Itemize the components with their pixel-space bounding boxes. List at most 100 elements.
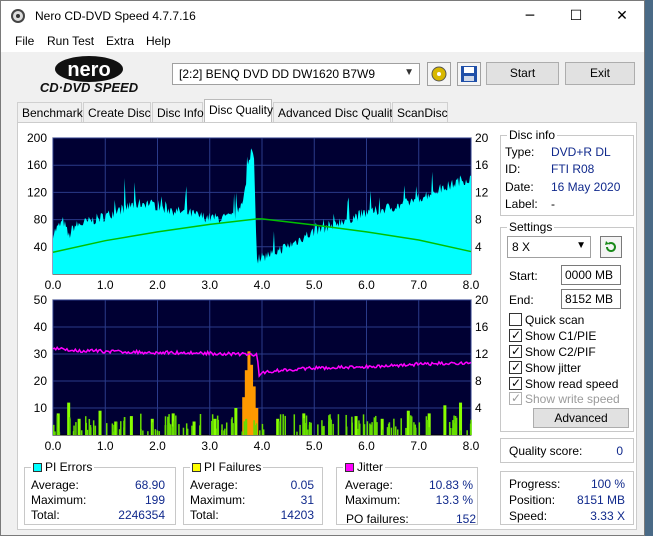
tab-benchmark[interactable]: Benchmark <box>17 102 83 123</box>
pi-failures-bar <box>175 415 177 435</box>
pi-failures-bar <box>154 429 157 435</box>
tab-scandisc[interactable]: ScanDisc <box>392 102 448 123</box>
drive-selected: [2:2] BENQ DVD DD DW1620 B7W9 <box>179 67 376 81</box>
save-icon[interactable] <box>457 62 481 86</box>
pi-failures-total-label: Total: <box>190 508 219 522</box>
chart-1-y-tick-label: 50 <box>34 293 48 307</box>
app-window: Nero CD-DVD Speed 4.7.7.16 ─ ☐ ✕ File Ru… <box>0 0 645 536</box>
show-c2pif-checkbox[interactable]: Show C2/PIF <box>509 344 596 359</box>
position-label: Position: <box>509 493 556 507</box>
pi-failures-bar <box>261 423 264 435</box>
chart-0-x-tick-label: 1.0 <box>97 278 114 292</box>
chart-1-x-tick-label: 7.0 <box>410 439 427 453</box>
menu-file[interactable]: File <box>15 34 34 48</box>
chart-0-y2-tick-label: 4 <box>475 240 482 254</box>
exit-button[interactable]: Exit <box>565 62 635 85</box>
pi-failures-bar <box>105 423 108 435</box>
chart-0-y2-tick-label: 20 <box>475 131 489 145</box>
position-value: 8151 MB <box>576 493 625 507</box>
quality-charts: 200 160 120 80 40 20 16 12 8 4 0.0 1.0 2.0 3.0 4.0 5.0 6… <box>27 131 489 453</box>
pi-failures-bar <box>390 427 393 435</box>
jitter-max-label: Maximum: <box>345 493 401 507</box>
window-title: Nero CD-DVD Speed 4.7.7.16 <box>35 9 196 23</box>
pi-failures-bar <box>337 414 340 435</box>
charts-area: 200 160 120 80 40 20 16 12 8 4 0.0 1.0 2.0 3.0 4.0 5.0 6… <box>18 123 498 456</box>
pi-failures-bar <box>123 417 126 435</box>
pi-failures-bar <box>167 416 169 435</box>
pi-failures-avg: 0.05 <box>290 478 314 492</box>
pi-failures-bar <box>459 402 463 435</box>
eject-icon[interactable] <box>427 62 451 86</box>
pi-failures-bar <box>443 405 447 435</box>
start-input[interactable]: 0000 MB <box>561 265 621 285</box>
tab-disc-info[interactable]: Disc Info <box>152 102 204 123</box>
disc-id: FTI R08 <box>551 162 595 176</box>
drive-dropdown[interactable]: [2:2] BENQ DVD DD DW1620 B7W9 ▼ <box>172 63 420 85</box>
jitter-swatch <box>345 463 354 472</box>
speed-dropdown[interactable]: 8 X ▼ <box>507 236 591 258</box>
chart-1-x-tick-label: 8.0 <box>463 439 480 453</box>
start-label: Start: <box>509 269 538 283</box>
minimize-icon[interactable]: ─ <box>507 1 553 32</box>
pi-failures-bar <box>75 422 77 435</box>
chart-0-x-tick-label: 2.0 <box>149 278 166 292</box>
tab-disc-quality[interactable]: Disc Quality <box>204 99 273 123</box>
chart-0-y-tick-label: 40 <box>34 240 48 254</box>
disc-label: - <box>551 197 555 211</box>
quick-scan-checkbox[interactable]: Quick scan <box>509 313 584 327</box>
pi-errors-group: PI Errors Average: 68.90 Maximum: 199 To… <box>24 460 176 525</box>
pi-failures-bar <box>307 429 309 435</box>
disc-date-label: Date: <box>505 180 534 194</box>
pi-failures-bar <box>72 431 75 435</box>
show-jitter-checkbox[interactable]: Show jitter <box>509 360 581 375</box>
refresh-icon[interactable] <box>600 236 622 258</box>
pi-failures-bar <box>221 424 223 435</box>
pi-failures-bar <box>86 429 89 435</box>
pi-failures-bar <box>234 408 238 435</box>
pi-failures-bar <box>92 420 95 435</box>
menu-help[interactable]: Help <box>146 34 171 48</box>
close-icon[interactable]: ✕ <box>599 1 645 32</box>
tab-create-disc[interactable]: Create Disc <box>83 102 151 123</box>
pi-failures-bar <box>278 421 280 435</box>
pi-failures-bar <box>299 424 301 435</box>
pi-failures-bar <box>405 427 407 435</box>
pi-failures-bar <box>171 427 174 435</box>
pi-failures-bar <box>98 410 102 435</box>
tab-advanced-disc-quality[interactable]: Advanced Disc Quality <box>273 102 399 123</box>
chart-1-y2-tick-label: 8 <box>475 374 482 388</box>
pi-failures-bar <box>317 424 319 435</box>
chart-0-y2-tick-label: 8 <box>475 213 482 227</box>
pi-failures-bar <box>282 414 284 435</box>
start-button[interactable]: Start <box>486 62 559 85</box>
pi-failures-bar <box>359 423 361 435</box>
pi-failures-bar <box>418 422 421 435</box>
pi-failures-bar <box>94 425 97 435</box>
maximize-icon[interactable]: ☐ <box>553 1 599 32</box>
pi-failures-bar <box>453 427 455 435</box>
end-input[interactable]: 8152 MB <box>561 289 621 309</box>
pi-failures-bar <box>151 422 154 435</box>
pi-failures-total: 14203 <box>280 508 314 522</box>
menu-extra[interactable]: Extra <box>106 34 134 48</box>
pi-failures-bar <box>245 418 248 435</box>
pi-failures-bar <box>366 421 369 435</box>
chart-1-x-tick-label: 6.0 <box>358 439 375 453</box>
chart-1-y2-tick-label: 16 <box>475 320 489 334</box>
advanced-button[interactable]: Advanced <box>533 408 629 428</box>
chart-0-y-tick-label: 200 <box>27 131 47 145</box>
nero-app-icon <box>11 9 25 23</box>
show-read-speed-checkbox[interactable]: Show read speed <box>509 376 618 391</box>
pi-errors-title: PI Errors <box>45 460 93 474</box>
pi-failures-bar <box>310 422 312 435</box>
menu-run-test[interactable]: Run Test <box>47 34 94 48</box>
chevron-down-icon: ▼ <box>404 67 414 78</box>
pi-errors-max: 199 <box>144 493 165 507</box>
pi-failures-bar <box>293 414 296 435</box>
pi-failures-bar <box>192 421 196 435</box>
show-c1pie-checkbox[interactable]: Show C1/PIE <box>509 328 596 343</box>
pi-failures-bar <box>253 420 255 435</box>
chart-1-x-tick-label: 0.0 <box>45 439 62 453</box>
pi-failures-bar <box>250 364 254 435</box>
pi-failures-bar <box>351 422 353 435</box>
